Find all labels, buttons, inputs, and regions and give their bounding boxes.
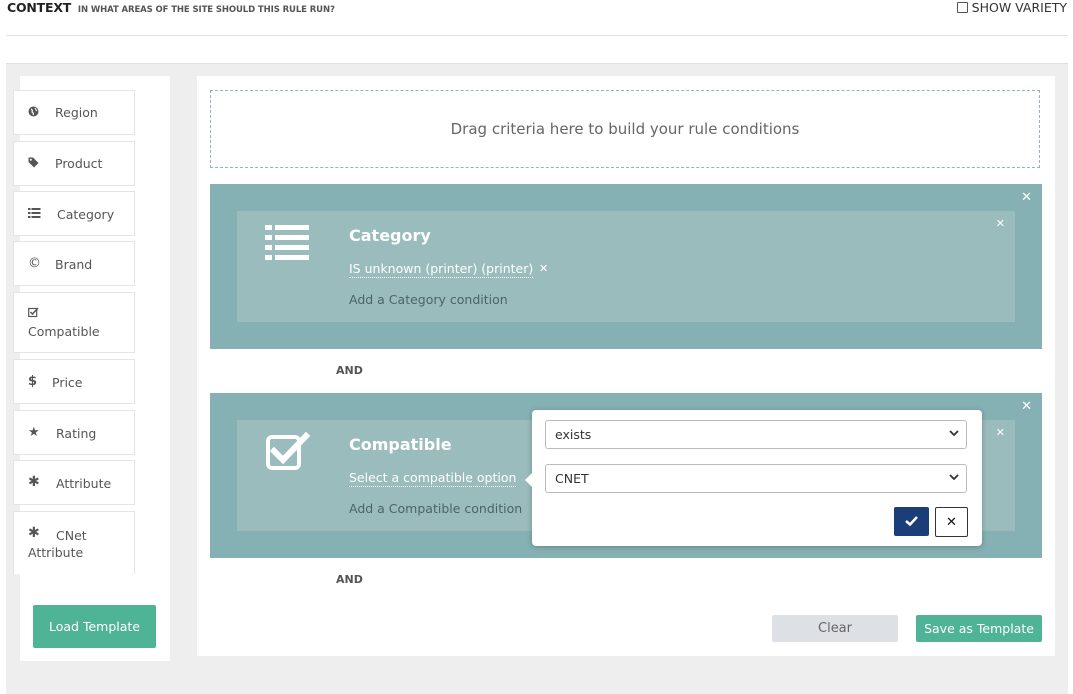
- sidebar-item-label: Attribute: [56, 476, 112, 491]
- criteria-card: ✕ Category IS unknown (printer) (printer…: [237, 211, 1015, 322]
- globe-icon: [28, 106, 39, 120]
- copyright-icon: ©: [28, 256, 41, 271]
- tag-icon: [28, 157, 39, 171]
- sidebar-item-cnet-attribute[interactable]: ✱ CNet Attribute: [13, 511, 135, 574]
- sidebar-item-label: Rating: [56, 426, 97, 441]
- operator-value: exists: [555, 427, 592, 442]
- context-subtitle: IN WHAT AREAS OF THE SITE SHOULD THIS RU…: [77, 5, 335, 15]
- source-select[interactable]: CNET: [545, 464, 967, 493]
- sidebar-item-brand[interactable]: © Brand: [13, 241, 135, 286]
- list-icon: [265, 225, 309, 264]
- sidebar-item-category[interactable]: Category: [13, 191, 135, 236]
- remove-criteria-close-icon[interactable]: ✕: [1021, 399, 1032, 414]
- sidebar-item-rating[interactable]: ★ Rating: [13, 410, 135, 455]
- drop-zone[interactable]: Drag criteria here to build your rule co…: [210, 90, 1040, 168]
- asterisk-icon: ✱: [28, 474, 40, 490]
- drop-zone-text: Drag criteria here to build your rule co…: [450, 120, 800, 138]
- confirm-button[interactable]: [894, 507, 929, 536]
- list-icon: [28, 208, 41, 221]
- sidebar-item-label: Price: [52, 375, 83, 390]
- close-icon: ✕: [946, 514, 957, 530]
- sidebar-item-label: Brand: [55, 257, 93, 272]
- and-label: AND: [336, 573, 363, 586]
- operator-select[interactable]: exists: [545, 420, 967, 449]
- cancel-button[interactable]: ✕: [935, 507, 968, 537]
- sidebar-item-region[interactable]: Region: [13, 90, 135, 135]
- header-divider: [6, 35, 1068, 36]
- add-condition-link[interactable]: Add a Compatible condition: [349, 501, 522, 516]
- remove-condition-close-icon[interactable]: ✕: [539, 262, 548, 275]
- and-label: AND: [336, 364, 363, 377]
- remove-card-close-icon[interactable]: ✕: [996, 426, 1005, 439]
- clear-button[interactable]: Clear: [772, 615, 898, 642]
- criteria-title: Compatible: [349, 435, 452, 454]
- criteria-condition-link[interactable]: Select a compatible option: [349, 470, 517, 487]
- show-variety-label: SHOW VARIETY: [971, 0, 1067, 15]
- dollar-icon: $: [28, 374, 38, 389]
- chevron-down-icon: [949, 429, 959, 440]
- context-title: CONTEXT: [7, 0, 72, 15]
- load-template-button[interactable]: Load Template: [33, 605, 156, 648]
- sidebar-item-compatible[interactable]: Compatible: [13, 292, 135, 353]
- sidebar-item-label: Region: [55, 105, 98, 120]
- add-condition-link[interactable]: Add a Category condition: [349, 292, 508, 307]
- remove-card-close-icon[interactable]: ✕: [996, 217, 1005, 230]
- sidebar-item-label: Compatible: [28, 324, 100, 339]
- criteria-condition-link[interactable]: IS unknown (printer) (printer): [349, 261, 534, 278]
- checkbox-icon: [28, 307, 39, 321]
- sidebar-item-attribute[interactable]: ✱ Attribute: [13, 460, 135, 505]
- context-header: CONTEXT IN WHAT AREAS OF THE SITE SHOULD…: [7, 0, 335, 18]
- sidebar-item-product[interactable]: Product: [13, 141, 135, 186]
- condition-popover: exists CNET ✕: [525, 410, 982, 546]
- sidebar-item-label: Category: [57, 207, 115, 222]
- show-variety-checkbox[interactable]: SHOW VARIETY: [956, 0, 1067, 15]
- star-icon: ★: [28, 425, 40, 440]
- sidebar-item-label: CNet Attribute: [28, 528, 87, 560]
- sidebar-item-label: Product: [55, 156, 103, 171]
- popover-arrow: [525, 473, 532, 487]
- checkbox-icon: [266, 431, 311, 474]
- checkbox-icon[interactable]: [956, 2, 968, 13]
- source-value: CNET: [555, 471, 589, 486]
- chevron-down-icon: [949, 473, 959, 484]
- criteria-title: Category: [349, 226, 431, 245]
- remove-criteria-close-icon[interactable]: ✕: [1021, 190, 1032, 205]
- criteria-block-category: ✕ ✕ Category IS unknown (printer) (print…: [210, 184, 1042, 349]
- save-as-template-button[interactable]: Save as Template: [916, 615, 1042, 642]
- sidebar-item-price[interactable]: $ Price: [13, 359, 135, 404]
- checkmark-icon: [905, 514, 918, 530]
